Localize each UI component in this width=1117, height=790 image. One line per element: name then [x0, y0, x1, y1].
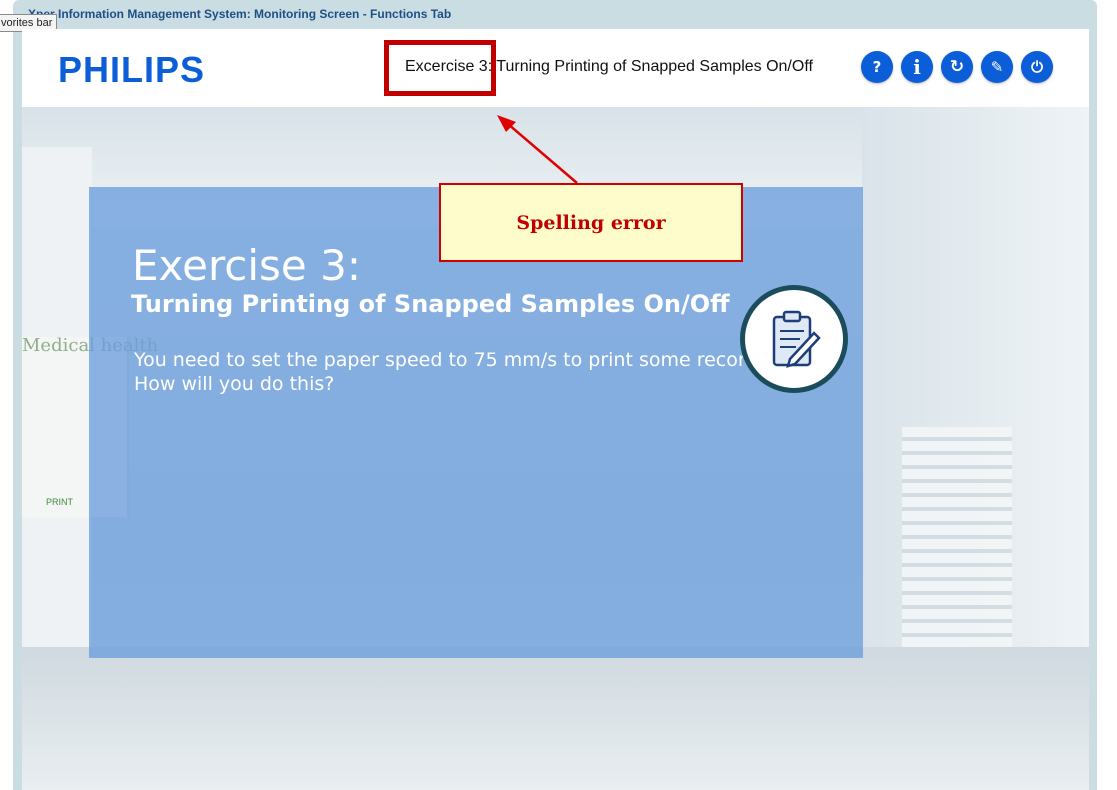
philips-logo: PHILIPS: [58, 49, 206, 90]
help-button[interactable]: ?: [861, 51, 893, 83]
info-icon: i: [913, 55, 921, 79]
header-buttons: ? i ↻ ✎ ⏻: [861, 51, 1053, 83]
refresh-icon: ↻: [949, 57, 965, 77]
power-icon: ⏻: [1031, 58, 1043, 76]
exercise-subtitle: Turning Printing of Snapped Samples On/O…: [131, 290, 730, 318]
window-title: Xper Information Management System: Moni…: [28, 7, 452, 21]
exercise-question: You need to set the paper speed to 75 mm…: [134, 349, 774, 395]
clipboard-badge: [740, 285, 848, 393]
poster-label: PRINT: [46, 497, 73, 507]
exercise-title: Exercise 3:: [132, 241, 361, 290]
floor: [22, 647, 1089, 790]
info-button[interactable]: i: [901, 51, 933, 83]
help-icon: ?: [872, 58, 882, 76]
pen-button[interactable]: ✎: [981, 51, 1013, 83]
clipboard-icon: [772, 310, 821, 368]
refresh-button[interactable]: ↻: [941, 51, 973, 83]
pen-icon: ✎: [990, 58, 1004, 76]
annotation-highlight-box: [384, 40, 496, 96]
annotation-callout: Spelling error: [439, 183, 743, 262]
header-bar: PHILIPS Excercise 3: Turning Printing of…: [22, 29, 1089, 107]
power-button[interactable]: ⏻: [1021, 51, 1053, 83]
app-area: PHILIPS Excercise 3: Turning Printing of…: [22, 29, 1089, 790]
